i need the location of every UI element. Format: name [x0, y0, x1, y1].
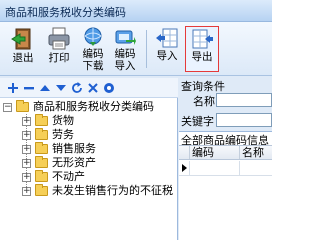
keyword-label: 关键字: [181, 115, 214, 128]
code-download-label-1: 编码: [82, 48, 104, 60]
tree-item-label: 无形资产: [52, 156, 96, 169]
tree-item-label: 劳务: [52, 128, 74, 141]
tree-item-label: 货物: [52, 114, 74, 127]
code-import-button[interactable]: 编码 导入: [110, 26, 140, 72]
tree-item-labor[interactable]: + 劳务: [0, 128, 178, 142]
code-import-label-1: 编码: [114, 48, 136, 60]
code-download-button[interactable]: 编码 下载: [78, 26, 108, 72]
window-title: 商品和服务税收分类编码: [5, 6, 126, 19]
main-window: 商品和服务税收分类编码 退出 打印 编码 下载 编码 导入 导入 导出 − 商品…: [0, 0, 272, 240]
expand-icon[interactable]: +: [22, 131, 31, 140]
tree-item-label: 不动产: [52, 170, 85, 183]
column-header-name[interactable]: 名称: [239, 146, 272, 159]
download-icon: [78, 26, 108, 48]
import-label: 导入: [156, 50, 178, 62]
row-header-corner: [179, 146, 189, 159]
export-label: 导出: [191, 51, 213, 63]
tree-toolbar: [0, 78, 178, 98]
folder-icon: [35, 170, 48, 182]
move-up-icon[interactable]: [38, 81, 52, 95]
tree-item-real-estate[interactable]: + 不动产: [0, 170, 178, 184]
tree-item-goods[interactable]: + 货物: [0, 114, 178, 128]
expand-icon[interactable]: +: [22, 187, 31, 196]
folder-icon: [16, 100, 29, 112]
table-row[interactable]: [179, 161, 272, 176]
expand-icon[interactable]: +: [22, 173, 31, 182]
expand-icon[interactable]: +: [22, 159, 31, 168]
tree-item-label: 销售服务: [52, 142, 96, 155]
folder-icon: [35, 128, 48, 140]
category-tree: − 商品和服务税收分类编码 + 货物 + 劳务 + 销售服务 + 无形资产 + …: [0, 100, 178, 198]
current-row-icon: [182, 164, 187, 172]
title-bar: 商品和服务税收分类编码: [0, 0, 272, 22]
folder-icon: [35, 156, 48, 168]
import-button[interactable]: 导入: [152, 26, 182, 72]
expand-icon[interactable]: +: [22, 117, 31, 126]
tree-item-sales-services[interactable]: + 销售服务: [0, 142, 178, 156]
import-icon: [152, 26, 182, 50]
exit-icon: [8, 26, 38, 52]
export-icon: [186, 27, 218, 51]
exit-button[interactable]: 退出: [8, 26, 38, 72]
cell-divider: [189, 161, 190, 176]
add-icon[interactable]: [6, 81, 20, 95]
exit-label: 退出: [12, 52, 34, 64]
toolbar: 退出 打印 编码 下载 编码 导入 导入 导出: [0, 22, 272, 76]
keyword-input[interactable]: [216, 113, 272, 127]
name-label: 名称: [193, 95, 215, 108]
tree-item-label: 未发生销售行为的不征税: [52, 184, 173, 197]
info-icon[interactable]: [102, 81, 116, 95]
code-import-label-2: 导入: [114, 60, 136, 72]
category-tree-panel: − 商品和服务税收分类编码 + 货物 + 劳务 + 销售服务 + 无形资产 + …: [0, 78, 178, 240]
refresh-icon[interactable]: [70, 81, 84, 95]
code-info-grid: 全部商品编码信息 编码 名称: [179, 131, 272, 240]
cancel-icon[interactable]: [86, 81, 100, 95]
code-download-label-2: 下载: [82, 60, 104, 72]
folder-icon: [35, 142, 48, 154]
conditions-title: 查询条件: [181, 80, 225, 93]
query-panel: 查询条件 名称 关键字 全部商品编码信息 编码 名称: [179, 78, 272, 240]
print-label: 打印: [48, 52, 70, 64]
tree-item-non-taxable[interactable]: + 未发生销售行为的不征税: [0, 184, 178, 198]
column-header-code[interactable]: 编码: [189, 146, 239, 159]
folder-icon: [35, 184, 48, 196]
cell-divider: [239, 161, 240, 176]
print-button[interactable]: 打印: [44, 26, 74, 72]
folder-icon: [35, 114, 48, 126]
tree-item-intangible-assets[interactable]: + 无形资产: [0, 156, 178, 170]
import-code-icon: [110, 26, 140, 48]
tree-root-label: 商品和服务税收分类编码: [33, 100, 154, 113]
name-input[interactable]: [216, 93, 272, 107]
remove-icon[interactable]: [22, 81, 36, 95]
toolbar-separator: [146, 30, 147, 68]
move-down-icon[interactable]: [54, 81, 68, 95]
expand-icon[interactable]: +: [22, 145, 31, 154]
collapse-icon[interactable]: −: [3, 103, 12, 112]
grid-header: 编码 名称: [179, 145, 272, 160]
export-button[interactable]: 导出: [185, 26, 219, 72]
printer-icon: [44, 26, 74, 52]
tree-root[interactable]: − 商品和服务税收分类编码: [0, 100, 178, 114]
